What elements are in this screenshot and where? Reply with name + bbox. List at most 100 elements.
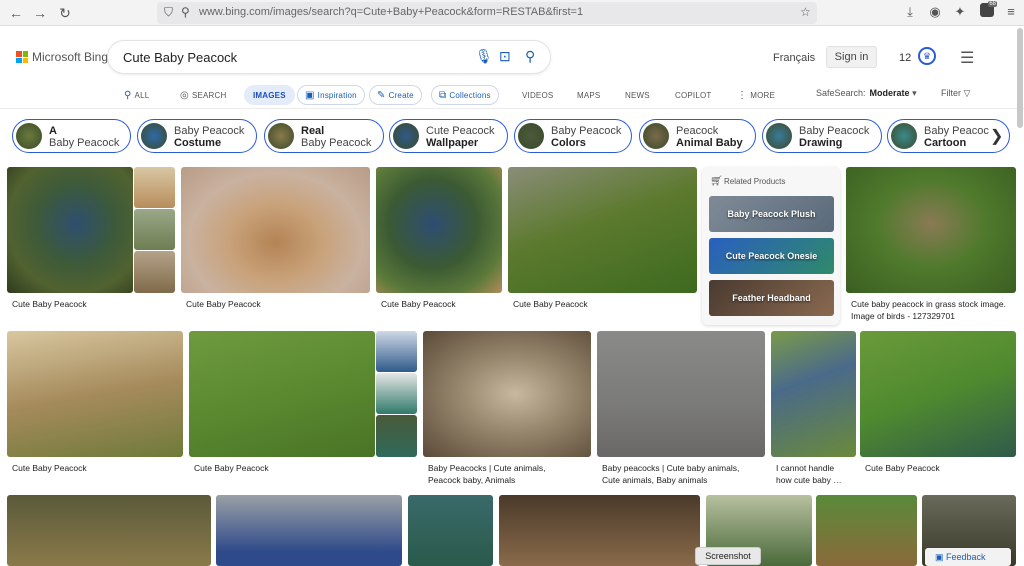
tab-more[interactable]: ⋮ MORE	[737, 85, 775, 105]
shield-icon[interactable]: ⛉	[164, 5, 173, 20]
account-icon[interactable]: ◉	[927, 4, 943, 20]
image-caption[interactable]: how cute baby …	[776, 475, 842, 486]
image-result[interactable]	[423, 331, 591, 457]
related-search-chip[interactable]: Peacock Animal Baby	[639, 119, 756, 153]
create-icon: ✎	[377, 89, 386, 101]
visual-search-icon[interactable]: ⊡	[499, 48, 511, 65]
related-search-chip[interactable]: Cute Peacock Wallpaper	[389, 119, 508, 153]
image-result[interactable]	[846, 167, 1016, 293]
tab-news[interactable]: NEWS	[625, 85, 650, 105]
image-caption[interactable]: Peacock baby, Animals	[428, 475, 515, 486]
download-icon[interactable]: ⤓	[902, 4, 918, 20]
chevron-right-icon[interactable]: ❯	[990, 126, 1003, 146]
tab-all[interactable]: ⚲ ALL	[124, 85, 149, 105]
image-result[interactable]	[7, 495, 211, 566]
extension-badge-count: 68	[988, 1, 997, 7]
microphone-icon[interactable]: 🎙︎	[475, 48, 493, 65]
image-caption[interactable]: Cute animals, Baby animals	[602, 475, 707, 486]
tab-label: ALL	[134, 90, 150, 100]
image-result[interactable]	[189, 331, 375, 457]
safesearch-value: Moderate	[869, 88, 910, 98]
safesearch-dropdown[interactable]: SafeSearch: Moderate ▾	[816, 88, 917, 99]
image-result[interactable]	[597, 331, 765, 457]
image-caption[interactable]: Baby Peacocks | Cute animals,	[428, 463, 546, 474]
tab-inspiration[interactable]: ▣ Inspiration	[297, 85, 365, 105]
image-result[interactable]	[376, 167, 502, 293]
image-result-thumb[interactable]	[134, 209, 175, 250]
chip-label-line2: Animal Baby	[676, 137, 743, 149]
image-caption[interactable]: I cannot handle	[776, 463, 834, 474]
search-box[interactable]: Cute Baby Peacock 🎙︎ ⊡ ⚲	[108, 41, 550, 73]
chip-label-line1: Baby Peacock	[799, 125, 870, 137]
image-result-thumb[interactable]	[134, 251, 175, 293]
image-caption[interactable]: Cute Baby Peacock	[381, 299, 456, 310]
bing-logo[interactable]: Microsoft Bing	[16, 50, 108, 64]
tab-create[interactable]: ✎ Create	[369, 85, 422, 105]
image-caption[interactable]: Baby peacocks | Cute baby animals,	[602, 463, 739, 474]
image-result[interactable]	[408, 495, 493, 566]
product-cute-peacock-onesie[interactable]: Cute Peacock Onesie	[709, 238, 834, 274]
image-caption[interactable]: Cute Baby Peacock	[513, 299, 588, 310]
reload-icon[interactable]: ↻	[57, 5, 73, 21]
image-caption[interactable]: Cute baby peacock in grass stock image.	[851, 299, 1006, 310]
back-arrow-icon[interactable]: ←	[8, 5, 24, 21]
chevron-down-icon: ▾	[912, 88, 917, 98]
bookmark-star-icon[interactable]: ☆	[800, 5, 811, 19]
chip-thumbnail	[268, 123, 294, 149]
product-baby-peacock-plush[interactable]: Baby Peacock Plush	[709, 196, 834, 232]
related-search-chip[interactable]: Baby Peacock Drawing	[762, 119, 882, 153]
image-result[interactable]	[771, 331, 856, 457]
image-caption[interactable]: Cute Baby Peacock	[12, 463, 87, 474]
rewards-trophy-icon[interactable]: ♛	[918, 47, 936, 65]
chip-label-line1: Baby Peacock	[551, 125, 622, 137]
image-caption[interactable]: Image of birds - 127329701	[851, 311, 955, 322]
url-text[interactable]: www.bing.com/images/search?q=Cute+Baby+P…	[199, 6, 583, 18]
feedback-button[interactable]: ▣ Feedback	[925, 548, 1011, 566]
forward-arrow-icon[interactable]: →	[32, 5, 48, 21]
sign-in-button[interactable]: Sign in	[826, 46, 877, 68]
tab-label: Collections	[449, 90, 491, 100]
tab-images[interactable]: IMAGES	[244, 85, 295, 105]
page-info-icon[interactable]: ⚲	[181, 5, 190, 19]
image-caption[interactable]: Cute Baby Peacock	[186, 299, 261, 310]
image-caption[interactable]: Cute Baby Peacock	[12, 299, 87, 310]
address-bar[interactable]: ⛉ ⚲ www.bing.com/images/search?q=Cute+Ba…	[157, 2, 817, 24]
extensions-icon[interactable]: ✦	[952, 4, 968, 20]
tab-maps[interactable]: MAPS	[577, 85, 600, 105]
page-scrollbar[interactable]	[1017, 28, 1023, 128]
tab-collections[interactable]: ⧉ Collections	[431, 85, 499, 105]
product-feather-headband[interactable]: Feather Headband	[709, 280, 834, 316]
screenshot-button[interactable]: Screenshot	[695, 547, 761, 565]
related-search-chip[interactable]: Baby Peacock Costume	[137, 119, 257, 153]
image-result[interactable]	[7, 331, 183, 457]
image-caption[interactable]: Cute Baby Peacock	[865, 463, 940, 474]
image-result[interactable]	[499, 495, 700, 566]
tab-search[interactable]: ◎ SEARCH	[180, 85, 226, 105]
related-search-chip[interactable]: Baby Peacock Colors	[514, 119, 632, 153]
image-result[interactable]	[508, 167, 697, 293]
image-result[interactable]	[816, 495, 917, 566]
tab-videos[interactable]: VIDEOS	[522, 85, 553, 105]
language-link[interactable]: Français	[773, 52, 815, 64]
image-result[interactable]	[860, 331, 1016, 457]
image-result[interactable]	[7, 167, 133, 293]
search-icon[interactable]: ⚲	[525, 48, 535, 65]
image-result-thumb[interactable]	[376, 415, 417, 457]
extension-badge-icon[interactable]: 68	[980, 1, 997, 17]
image-caption[interactable]: Cute Baby Peacock	[194, 463, 269, 474]
image-result[interactable]	[181, 167, 370, 293]
rewards-count[interactable]: 12	[899, 52, 911, 64]
related-search-chip[interactable]: Real Baby Peacock	[264, 119, 384, 153]
image-result-thumb[interactable]	[376, 373, 417, 414]
related-search-chip[interactable]: A Baby Peacock	[12, 119, 131, 153]
image-result-thumb[interactable]	[134, 167, 175, 208]
image-result-thumb[interactable]	[376, 331, 417, 372]
image-result[interactable]	[216, 495, 402, 566]
search-input[interactable]: Cute Baby Peacock	[123, 50, 237, 65]
search-icon: ⚲	[124, 89, 132, 101]
filter-label: Filter	[941, 88, 961, 98]
hamburger-menu-icon[interactable]: ☰	[960, 48, 974, 68]
tab-copilot[interactable]: COPILOT	[675, 85, 712, 105]
app-menu-icon[interactable]: ≡	[1003, 4, 1019, 19]
filter-button[interactable]: Filter ▽	[941, 88, 970, 99]
